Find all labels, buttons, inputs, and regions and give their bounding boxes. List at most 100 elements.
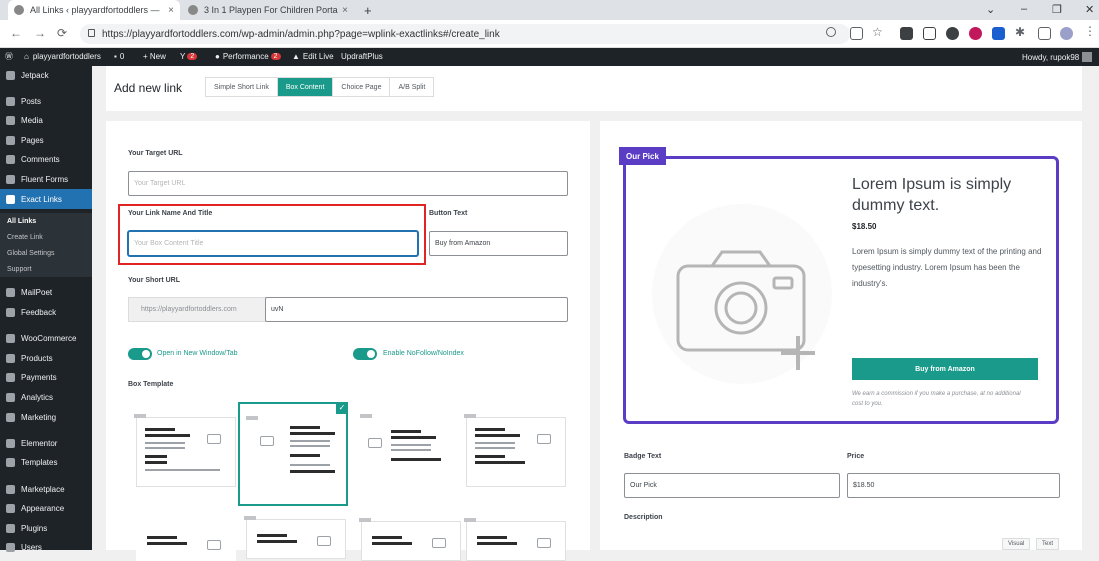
extension-2-icon[interactable] <box>923 27 936 40</box>
sidebar-item-woocommerce[interactable]: WooCommerce <box>0 328 92 348</box>
new-window-toggle[interactable] <box>128 348 152 360</box>
home-icon: ⌂ <box>24 52 29 61</box>
sidebar-item-marketing[interactable]: Marketing <box>0 407 92 427</box>
sidebar-item-analytics[interactable]: Analytics <box>0 387 92 407</box>
sidebar-item-users[interactable]: Users <box>0 537 92 557</box>
tab-box-content[interactable]: Box Content <box>277 78 334 96</box>
sidebar-item-comments[interactable]: Comments <box>0 149 92 169</box>
tab-search-icon[interactable]: ⌄ <box>986 3 995 16</box>
reload-icon[interactable]: ⟳ <box>57 26 67 40</box>
link-name-input[interactable]: Your Box Content Title <box>128 231 418 256</box>
extensions-puzzle-icon[interactable]: ✱ <box>1015 25 1028 39</box>
sidebar-item-mailpoet[interactable]: MailPoet <box>0 282 92 302</box>
tab-ab-split[interactable]: A/B Split <box>390 78 434 96</box>
admin-bar-new[interactable]: + New <box>143 52 166 61</box>
close-window-icon[interactable]: ✕ <box>1085 3 1094 16</box>
close-tab-icon[interactable]: × <box>168 5 174 16</box>
sidebar-item-pages[interactable]: Pages <box>0 130 92 150</box>
submenu-global-settings[interactable]: Global Settings <box>0 245 92 261</box>
box-template-option[interactable] <box>136 521 236 561</box>
admin-bar-comments[interactable]: ▪ 0 <box>114 52 124 61</box>
minimize-icon[interactable]: – <box>1021 3 1027 15</box>
sidebar-item-elementor[interactable]: Elementor <box>0 433 92 453</box>
target-url-input[interactable]: Your Target URL <box>128 171 568 196</box>
jetpack-icon <box>6 70 15 80</box>
sidebar-item-fluent-forms[interactable]: Fluent Forms <box>0 169 92 189</box>
short-url-slug-input[interactable]: uvN <box>265 297 568 322</box>
badge-text-input[interactable]: Our Pick <box>624 473 840 498</box>
share-icon[interactable] <box>850 27 863 40</box>
price-input[interactable]: $18.50 <box>847 473 1060 498</box>
button-text-input[interactable]: Buy from Amazon <box>429 231 568 256</box>
sidebar-item-plugins[interactable]: Plugins <box>0 518 92 538</box>
admin-sidebar: Jetpack Posts Media Pages Comments Fluen… <box>0 65 92 552</box>
product-image-placeholder <box>652 204 832 384</box>
profile-avatar-icon[interactable] <box>1060 27 1073 40</box>
camera-icon <box>368 438 382 448</box>
box-template-label: Box Template <box>128 381 174 388</box>
preview-buy-button[interactable]: Buy from Amazon <box>852 358 1038 380</box>
editor-tab-text[interactable]: Text <box>1036 538 1060 550</box>
nofollow-label: Enable NoFollow/NoIndex <box>383 350 464 357</box>
box-template-option-selected[interactable]: ✓ <box>238 402 348 506</box>
close-tab-icon[interactable]: × <box>342 5 348 16</box>
admin-bar-updraftplus[interactable]: UpdraftPlus <box>341 52 383 61</box>
sidebar-item-payments[interactable]: Payments <box>0 367 92 387</box>
browser-tab-playpen[interactable]: 3 In 1 Playpen For Children Porta × <box>182 0 354 20</box>
back-icon[interactable]: ← <box>10 26 22 40</box>
browser-tab-all-links[interactable]: All Links ‹ playyardfortoddlers — × <box>8 0 180 20</box>
tab-simple-short-link[interactable]: Simple Short Link <box>206 78 278 96</box>
submenu-create-link[interactable]: Create Link <box>0 229 92 245</box>
preview-price: $18.50 <box>852 222 877 231</box>
admin-bar-howdy[interactable]: Howdy, rupok98 <box>1022 52 1093 62</box>
short-url-label: Your Short URL <box>128 277 180 284</box>
wordpress-logo-icon[interactable]: Ⓦ <box>5 51 13 62</box>
preview-badge: Our Pick <box>619 147 666 165</box>
target-url-label: Your Target URL <box>128 150 183 157</box>
browser-tab-strip: All Links ‹ playyardfortoddlers — × 3 In… <box>0 0 1099 20</box>
admin-bar-performance[interactable]: ● Performance 2 <box>215 52 281 61</box>
sidebar-item-appearance[interactable]: Appearance <box>0 498 92 518</box>
preview-title: Lorem Ipsum is simply dummy text. <box>852 176 1012 214</box>
plugin-icon <box>6 523 15 533</box>
tab-title: 3 In 1 Playpen For Children Porta <box>204 5 338 15</box>
zoom-icon[interactable] <box>826 27 836 37</box>
sidebar-item-feedback[interactable]: Feedback <box>0 302 92 322</box>
media-icon <box>6 115 15 125</box>
box-template-option[interactable] <box>464 414 566 487</box>
submenu-support[interactable]: Support <box>0 261 92 277</box>
new-tab-button[interactable]: + <box>358 0 378 20</box>
admin-bar-site[interactable]: ⌂ playyardfortoddlers <box>24 52 101 61</box>
editor-tab-visual[interactable]: Visual <box>1002 538 1031 550</box>
mailpoet-icon <box>6 287 15 297</box>
admin-bar-edit-live[interactable]: ▲ Edit Live <box>292 52 334 61</box>
sidebar-item-posts[interactable]: Posts <box>0 91 92 111</box>
bookmark-star-icon[interactable]: ☆ <box>872 25 885 39</box>
url-input[interactable]: https://playyardfortoddlers.com/wp-admin… <box>80 24 850 44</box>
box-template-option[interactable] <box>464 518 566 561</box>
side-panel-icon[interactable] <box>1038 27 1051 40</box>
menu-kebab-icon[interactable]: ⋮ <box>1084 24 1097 38</box>
extension-4-icon[interactable] <box>969 27 982 40</box>
box-template-option[interactable] <box>359 518 461 561</box>
sidebar-item-jetpack[interactable]: Jetpack <box>0 65 92 85</box>
maximize-icon[interactable]: ❐ <box>1052 3 1062 16</box>
box-template-option[interactable] <box>360 414 462 487</box>
admin-bar-yoast[interactable]: Y 2 <box>180 52 198 61</box>
extension-3-icon[interactable] <box>946 27 959 40</box>
box-template-option[interactable] <box>134 414 236 487</box>
sidebar-item-media[interactable]: Media <box>0 110 92 130</box>
yoast-icon: Y <box>180 52 186 61</box>
sidebar-item-exact-links[interactable]: Exact Links <box>0 189 92 209</box>
box-template-option[interactable] <box>244 516 346 559</box>
nofollow-toggle[interactable] <box>353 348 377 360</box>
megaphone-icon <box>6 412 15 422</box>
extension-1-icon[interactable] <box>900 27 913 40</box>
sidebar-item-marketplace[interactable]: Marketplace <box>0 479 92 499</box>
submenu-all-links[interactable]: All Links <box>0 213 92 229</box>
sidebar-item-templates[interactable]: Templates <box>0 452 92 472</box>
sidebar-item-products[interactable]: Products <box>0 348 92 368</box>
tab-choice-page[interactable]: Choice Page <box>333 78 391 96</box>
extension-5-icon[interactable] <box>992 27 1005 40</box>
forward-icon[interactable]: → <box>34 26 46 40</box>
